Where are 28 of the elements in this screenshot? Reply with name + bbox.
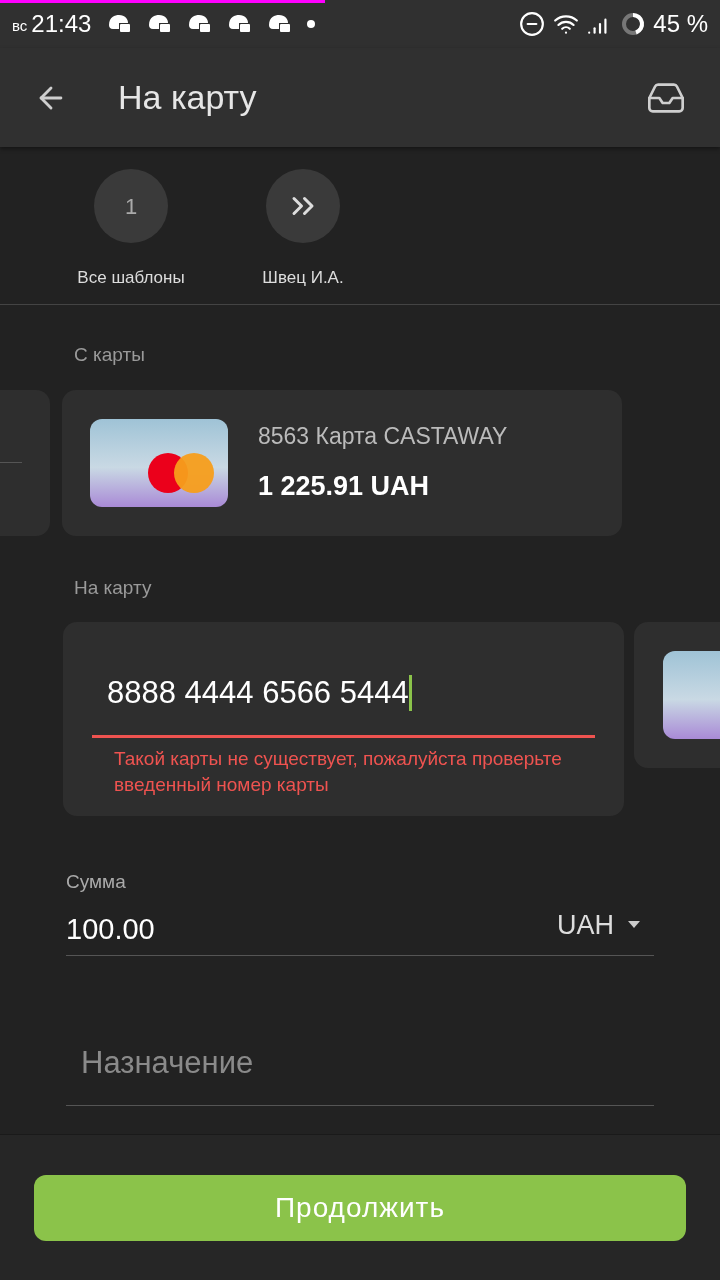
screen-title: На карту [118, 77, 257, 118]
error-message: Такой карты не существует, пожалуйста проверьте введенный номер карты [113, 746, 562, 797]
chat-notification-icon [187, 13, 212, 35]
purpose-field[interactable]: Назначение [66, 1040, 654, 1106]
template-label: Швец И.А. [262, 267, 344, 289]
chat-notification-icon [107, 13, 132, 35]
battery-percent: 45 % [653, 9, 708, 39]
chat-notification-icon [267, 13, 292, 35]
card-tile[interactable] [634, 622, 720, 768]
amount-field[interactable]: 100.00 [66, 907, 155, 951]
caret-icon [628, 921, 640, 929]
currency-dropdown[interactable]: UAH [557, 904, 640, 945]
card-balance: 1 225.91 UAH [258, 469, 431, 503]
chat-notification-icon [227, 13, 252, 35]
section-label: С карты [74, 343, 146, 367]
card-number-field[interactable]: 8888 4444 6566 5444 [92, 670, 595, 738]
card-tile[interactable] [0, 389, 50, 536]
card-tile[interactable]: 8563 Карта CASTAWAY 1 225.91 UAH [62, 389, 622, 536]
battery-ring-icon [621, 12, 646, 36]
status-day: вс [12, 14, 28, 38]
template-label: Все шаблоны [77, 267, 185, 289]
card-name: 8563 Карта CASTAWAY [258, 422, 508, 451]
status-time: 21:43 [31, 9, 92, 39]
amount-label: Сумма [66, 870, 127, 894]
do-not-disturb-icon [519, 11, 546, 37]
chat-notification-icon [147, 13, 172, 35]
template-button[interactable]: 1 [94, 169, 168, 243]
section-label: На карту [74, 575, 153, 600]
